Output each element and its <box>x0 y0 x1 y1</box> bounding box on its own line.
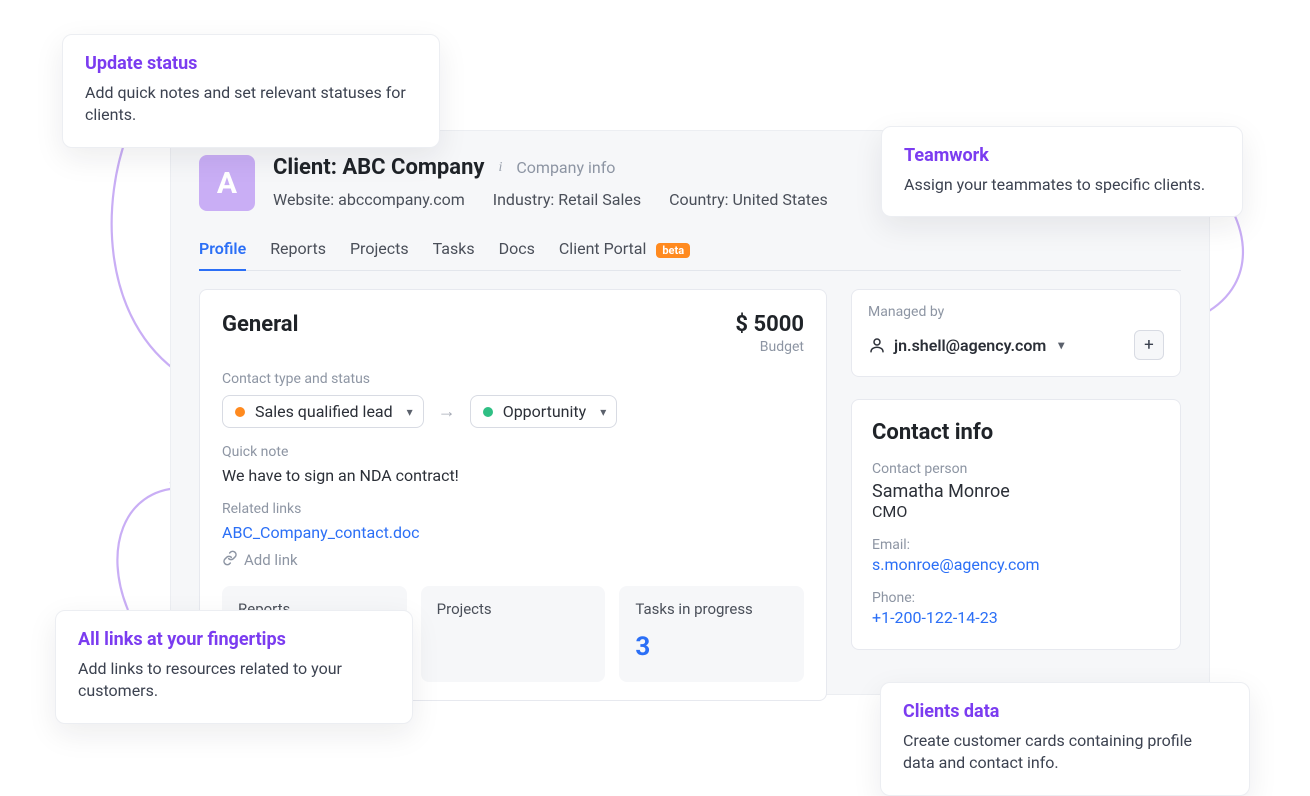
tab-profile[interactable]: Profile <box>199 233 246 270</box>
status-dot-orange-icon <box>235 407 245 417</box>
status-to-label: Opportunity <box>503 402 587 421</box>
chevron-down-icon: ▾ <box>600 405 606 419</box>
person-icon <box>868 336 886 354</box>
client-industry: Industry: Retail Sales <box>493 190 641 209</box>
general-title: General <box>222 312 298 337</box>
callout-links-title: All links at your fingertips <box>78 629 390 650</box>
contact-person-label: Contact person <box>872 461 1160 477</box>
contact-email-label: Email: <box>872 537 1160 553</box>
info-icon[interactable]: i <box>498 160 502 176</box>
contact-phone-link[interactable]: +1-200-122-14-23 <box>872 608 998 627</box>
tab-client-portal[interactable]: Client Portal beta <box>559 233 690 270</box>
status-from-select[interactable]: Sales qualified lead ▾ <box>222 395 424 428</box>
status-to-select[interactable]: Opportunity ▾ <box>470 395 618 428</box>
arrow-right-icon: → <box>438 401 456 422</box>
managed-by-card: Managed by jn.shell@agency.com ▾ <box>851 289 1181 377</box>
client-website: Website: abccompany.com <box>273 190 465 209</box>
budget-label: Budget <box>735 339 804 355</box>
contact-info-title: Contact info <box>872 420 1160 445</box>
status-dot-green-icon <box>483 407 493 417</box>
client-avatar: A <box>199 155 255 211</box>
link-icon <box>222 550 238 570</box>
callout-links: All links at your fingertips Add links t… <box>55 610 413 724</box>
stat-projects-title: Projects <box>437 600 590 618</box>
callout-update-status-body: Add quick notes and set relevant statuse… <box>85 82 417 127</box>
contact-person-role: CMO <box>872 502 1160 521</box>
tabs: Profile Reports Projects Tasks Docs Clie… <box>199 233 1181 271</box>
contact-phone-label: Phone: <box>872 590 1160 606</box>
callout-teamwork: Teamwork Assign your teammates to specif… <box>881 126 1243 217</box>
managed-by-email: jn.shell@agency.com <box>894 336 1046 355</box>
add-manager-button[interactable]: + <box>1134 330 1164 360</box>
stat-projects[interactable]: Projects <box>421 586 606 682</box>
tab-reports[interactable]: Reports <box>270 233 326 270</box>
contact-info-card: Contact info Contact person Samatha Monr… <box>851 399 1181 650</box>
status-from-label: Sales qualified lead <box>255 402 393 421</box>
stat-tasks-title: Tasks in progress <box>635 600 788 618</box>
tab-client-portal-label: Client Portal <box>559 239 646 258</box>
contact-email-link[interactable]: s.monroe@agency.com <box>872 555 1040 574</box>
related-link-doc[interactable]: ABC_Company_contact.doc <box>222 523 420 542</box>
tab-docs[interactable]: Docs <box>499 233 535 270</box>
managed-by-label: Managed by <box>868 304 1164 320</box>
beta-badge: beta <box>656 243 690 258</box>
plus-icon: + <box>1144 335 1154 355</box>
contact-person-name: Samatha Monroe <box>872 481 1160 502</box>
company-info-label[interactable]: Company info <box>516 158 615 177</box>
stat-tasks-value: 3 <box>635 632 788 662</box>
stat-tasks[interactable]: Tasks in progress 3 <box>619 586 804 682</box>
contact-type-label: Contact type and status <box>222 371 804 387</box>
callout-teamwork-title: Teamwork <box>904 145 1220 166</box>
callout-update-status: Update status Add quick notes and set re… <box>62 34 440 148</box>
quick-note-label: Quick note <box>222 444 804 460</box>
callout-clients-data-title: Clients data <box>903 701 1227 722</box>
callout-teamwork-body: Assign your teammates to specific client… <box>904 174 1220 196</box>
callout-clients-data-body: Create customer cards containing profile… <box>903 730 1227 775</box>
related-links-label: Related links <box>222 501 804 517</box>
add-link-button[interactable]: Add link <box>222 550 804 570</box>
chevron-down-icon: ▾ <box>1058 338 1064 352</box>
client-title: Client: ABC Company <box>273 155 484 180</box>
tab-tasks[interactable]: Tasks <box>433 233 475 270</box>
tab-projects[interactable]: Projects <box>350 233 409 270</box>
client-country: Country: United States <box>669 190 828 209</box>
callout-update-status-title: Update status <box>85 53 417 74</box>
callout-links-body: Add links to resources related to your c… <box>78 658 390 703</box>
callout-clients-data: Clients data Create customer cards conta… <box>880 682 1250 796</box>
chevron-down-icon: ▾ <box>407 405 413 419</box>
managed-by-user[interactable]: jn.shell@agency.com ▾ <box>868 336 1064 355</box>
budget-amount: $ 5000 <box>735 312 804 337</box>
quick-note-text: We have to sign an NDA contract! <box>222 466 804 485</box>
add-link-label: Add link <box>244 551 298 569</box>
